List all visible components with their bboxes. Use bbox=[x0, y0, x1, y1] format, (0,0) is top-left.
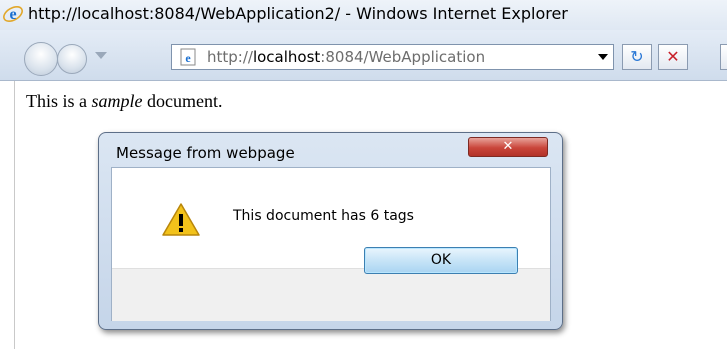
alert-dialog: Message from webpage ✕ This document has… bbox=[98, 132, 563, 330]
stop-button[interactable]: ✕ bbox=[658, 44, 688, 70]
back-button[interactable] bbox=[24, 42, 58, 76]
ie-logo-icon: e bbox=[3, 5, 23, 23]
navigation-bar: e http://localhost:8084/WebApplication ↻… bbox=[0, 30, 727, 81]
svg-text:e: e bbox=[9, 6, 16, 23]
dialog-title: Message from webpage bbox=[116, 144, 295, 162]
address-host: localhost bbox=[252, 48, 321, 66]
dialog-body: This document has 6 tags bbox=[111, 167, 551, 321]
ok-button[interactable]: OK bbox=[364, 247, 518, 274]
window-title-bar: e http://localhost:8084/WebApplication2/… bbox=[0, 0, 727, 30]
document-text-before: This is a bbox=[26, 91, 92, 111]
address-text[interactable]: http://localhost:8084/WebApplication bbox=[207, 48, 537, 66]
svg-text:e: e bbox=[185, 51, 191, 65]
close-icon: ✕ bbox=[502, 139, 514, 154]
address-dropdown-icon[interactable] bbox=[598, 54, 608, 60]
document-text-after: document. bbox=[142, 91, 223, 111]
window-title: http://localhost:8084/WebApplication2/ -… bbox=[28, 4, 568, 23]
stop-icon: ✕ bbox=[666, 47, 680, 66]
document-text: This is a sample document. bbox=[26, 91, 222, 112]
search-box-edge[interactable] bbox=[720, 44, 727, 70]
page-icon: e bbox=[180, 48, 196, 66]
address-rest: :8084/WebApplication bbox=[320, 48, 486, 66]
dialog-footer bbox=[112, 268, 550, 321]
warning-icon bbox=[162, 203, 200, 236]
address-prefix: http:// bbox=[207, 48, 253, 66]
refresh-icon: ↻ bbox=[630, 47, 644, 66]
address-bar[interactable]: e http://localhost:8084/WebApplication bbox=[171, 44, 614, 70]
refresh-button[interactable]: ↻ bbox=[622, 44, 652, 70]
history-dropdown-icon[interactable] bbox=[95, 52, 107, 59]
close-button[interactable]: ✕ bbox=[468, 137, 548, 157]
forward-button[interactable] bbox=[57, 44, 87, 74]
dialog-message: This document has 6 tags bbox=[233, 208, 414, 224]
document-text-emphasis: sample bbox=[91, 91, 143, 111]
